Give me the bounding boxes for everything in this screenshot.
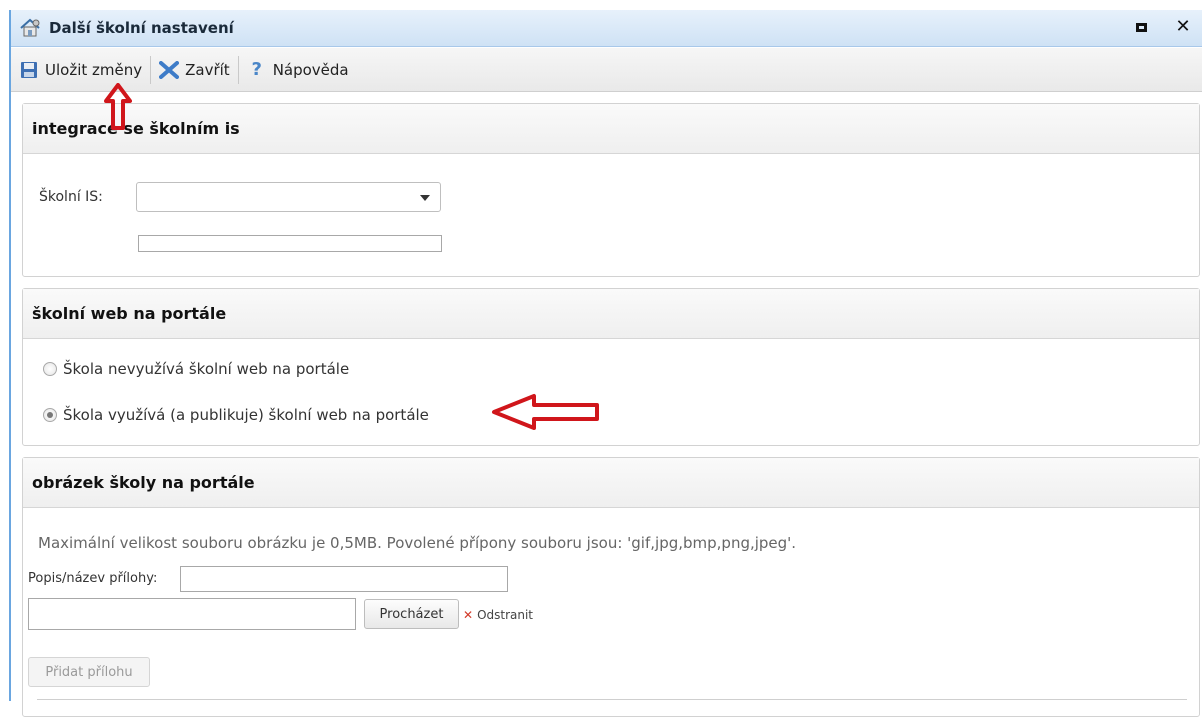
x-icon xyxy=(159,60,180,80)
remove-button[interactable]: ✕ Odstranit xyxy=(463,608,533,622)
radio-button-checked[interactable] xyxy=(43,408,57,422)
school-is-extra-field[interactable] xyxy=(138,235,442,252)
remove-label: Odstranit xyxy=(477,608,534,622)
caption-input[interactable] xyxy=(180,566,508,592)
toolbar: Uložit změny Zavřít ? Nápověda xyxy=(11,48,1202,92)
add-attachment-button[interactable]: Přidat přílohu xyxy=(28,657,150,687)
settings-window: Další školní nastavení ✕ Uložit změny Za… xyxy=(9,10,1202,717)
browse-button[interactable]: Procházet xyxy=(364,599,459,629)
caption-label: Popis/název přílohy: xyxy=(28,571,158,586)
home-gear-icon xyxy=(20,18,40,37)
file-path-input[interactable] xyxy=(28,598,356,630)
maximize-icon xyxy=(1135,22,1147,32)
floppy-disk-icon xyxy=(19,60,39,80)
remove-x-icon: ✕ xyxy=(463,608,474,622)
help-button[interactable]: ? Nápověda xyxy=(239,54,357,86)
close-label: Zavřít xyxy=(185,60,230,79)
image-heading: obrázek školy na portále xyxy=(23,458,1199,508)
maximize-button[interactable] xyxy=(1132,18,1150,36)
integration-heading: integrace se školním is xyxy=(23,104,1199,154)
close-icon: ✕ xyxy=(1175,16,1191,37)
radio-label: Škola nevyužívá školní web na portále xyxy=(63,360,350,378)
web-heading: školní web na portále xyxy=(23,289,1199,339)
divider xyxy=(37,699,1187,700)
upload-info-text: Maximální velikost souboru obrázku je 0,… xyxy=(38,534,797,552)
radio-label: Škola využívá (a publikuje) školní web n… xyxy=(63,406,429,424)
window-title: Další školní nastavení xyxy=(49,19,234,37)
add-attachment-label: Přidat přílohu xyxy=(45,664,133,680)
radio-web-used[interactable]: Škola využívá (a publikuje) školní web n… xyxy=(43,406,429,424)
save-button[interactable]: Uložit změny xyxy=(11,54,150,86)
web-panel: školní web na portále Škola nevyužívá šk… xyxy=(22,288,1200,446)
integration-panel: integrace se školním is Školní IS: xyxy=(22,103,1200,277)
question-mark-icon: ? xyxy=(251,59,262,80)
close-window-button[interactable]: ✕ xyxy=(1174,18,1192,36)
radio-web-not-used[interactable]: Škola nevyužívá školní web na portále xyxy=(43,360,349,378)
title-bar: Další školní nastavení ✕ xyxy=(11,10,1202,47)
radio-button[interactable] xyxy=(43,362,57,376)
close-button[interactable]: Zavřít xyxy=(151,54,238,86)
browse-label: Procházet xyxy=(379,606,444,622)
chevron-down-icon xyxy=(420,195,430,201)
save-label: Uložit změny xyxy=(45,60,143,79)
school-is-label: Školní IS: xyxy=(39,189,103,205)
school-is-select[interactable] xyxy=(136,182,441,212)
image-panel: obrázek školy na portále Maximální velik… xyxy=(22,457,1200,717)
help-label: Nápověda xyxy=(272,60,349,79)
